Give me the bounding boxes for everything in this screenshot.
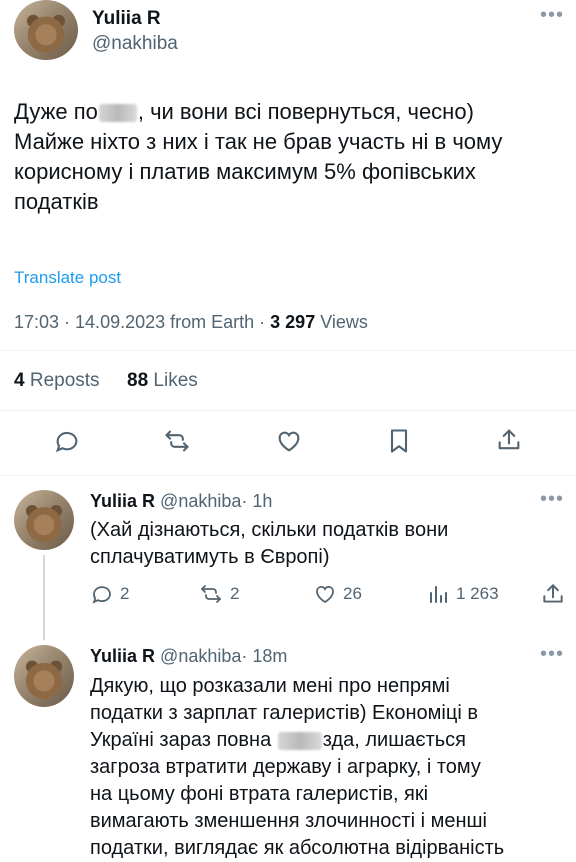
tweet-metadata: 17:03 · 14.09.2023 from Earth · 3 297 Vi…: [14, 312, 368, 333]
like-action[interactable]: 26: [313, 582, 362, 606]
avatar[interactable]: [14, 0, 78, 60]
censor-blur: [277, 731, 322, 750]
author-handle[interactable]: @nakhiba: [160, 646, 241, 666]
censor-blur: [98, 104, 137, 123]
more-options-icon[interactable]: •••: [540, 643, 564, 666]
views-label: Views: [315, 312, 368, 332]
author-handle[interactable]: @nakhiba: [160, 491, 241, 511]
repost-icon[interactable]: [161, 427, 193, 455]
author-name[interactable]: Yuliia R: [92, 8, 161, 30]
author-handle[interactable]: @nakhiba: [92, 33, 178, 55]
bookmark-icon[interactable]: [385, 426, 413, 456]
share-icon[interactable]: [540, 581, 566, 607]
reply-header: Yuliia R @nakhiba· 1h: [90, 491, 272, 512]
divider: [0, 475, 576, 476]
author-name[interactable]: Yuliia R: [90, 646, 155, 666]
like-icon[interactable]: [274, 427, 304, 455]
repost-icon: [198, 582, 224, 606]
analytics-icon: [426, 582, 450, 606]
divider: [0, 410, 576, 411]
reply-time[interactable]: · 1h: [241, 491, 272, 511]
reply-header: Yuliia R @nakhiba· 18m: [90, 646, 287, 667]
reply-text: (Хай дізнаються, скільки податків вони с…: [90, 519, 449, 568]
like-icon: [313, 582, 337, 606]
thread-line: [43, 555, 45, 640]
views-count: 3 297: [270, 312, 316, 332]
author-name[interactable]: Yuliia R: [90, 491, 155, 511]
translate-post-link[interactable]: Translate post: [14, 268, 121, 288]
reply-action[interactable]: 2: [90, 582, 129, 606]
repost-action[interactable]: 2: [198, 582, 239, 606]
reposts-stat[interactable]: 4 Reposts: [14, 370, 100, 392]
divider: [0, 350, 576, 351]
views-action[interactable]: 1 263: [426, 582, 499, 606]
likes-stat[interactable]: 88 Likes: [127, 370, 198, 392]
repost-count: 2: [230, 584, 240, 603]
more-options-icon[interactable]: •••: [540, 4, 564, 27]
avatar[interactable]: [14, 490, 74, 550]
avatar[interactable]: [14, 645, 74, 707]
reply-time[interactable]: · 18m: [241, 646, 287, 666]
share-icon[interactable]: [495, 425, 523, 455]
reply-icon: [90, 582, 114, 606]
tweet-text: Дуже по, чи вони всі повернуться, чесно)…: [14, 99, 503, 214]
reply-icon[interactable]: [52, 427, 82, 455]
more-options-icon[interactable]: •••: [540, 488, 564, 511]
reply-text: Дякую, що розказали мені про непрямі под…: [90, 675, 505, 859]
view-count: 1 263: [456, 584, 499, 603]
like-count: 26: [343, 584, 362, 603]
reply-count: 2: [120, 584, 130, 603]
timestamp[interactable]: 17:03 · 14.09.2023 from Earth ·: [14, 312, 270, 332]
